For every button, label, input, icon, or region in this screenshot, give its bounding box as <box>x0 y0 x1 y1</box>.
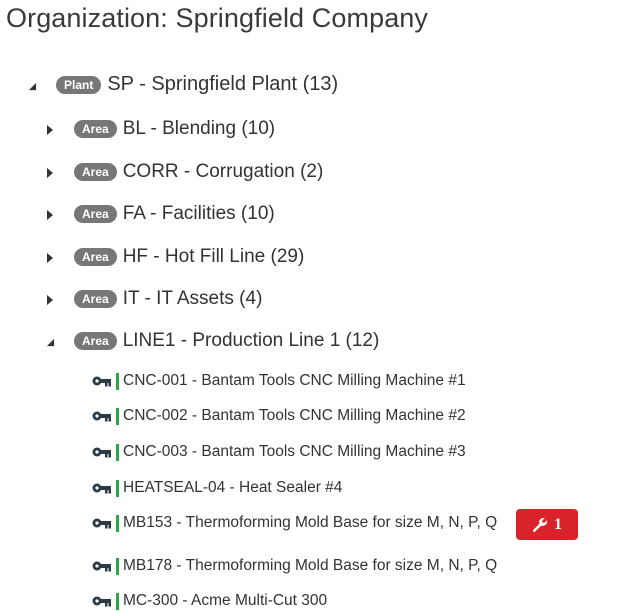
caret-right-icon <box>47 253 53 263</box>
page-title: Organization: Springfield Company <box>6 3 429 33</box>
asset-label[interactable]: CNC-003 - Bantam Tools CNC Milling Machi… <box>123 443 466 461</box>
area-label[interactable]: CORR - Corrugation (2) <box>123 161 324 183</box>
area-badge: Area <box>74 120 117 138</box>
tree-node-asset[interactable]: MC-300 - Acme Multi-Cut 300 <box>92 592 327 610</box>
asset-label[interactable]: HEATSEAL-04 - Heat Sealer #4 <box>123 479 342 497</box>
area-label[interactable]: IT - IT Assets (4) <box>123 288 263 310</box>
status-indicator <box>116 479 119 497</box>
area-expand-toggle[interactable] <box>44 294 56 306</box>
caret-right-icon <box>47 295 53 305</box>
status-indicator <box>116 592 119 610</box>
area-label[interactable]: LINE1 - Production Line 1 (12) <box>123 330 380 352</box>
caret-down-icon <box>28 82 36 90</box>
tree-node-asset[interactable]: CNC-001 - Bantam Tools CNC Milling Machi… <box>92 372 466 390</box>
plant-label[interactable]: SP - Springfield Plant (13) <box>107 73 338 96</box>
tree-node-area[interactable]: Area FA - Facilities (10) <box>74 203 275 225</box>
asset-label[interactable]: MB153 - Thermoforming Mold Base for size… <box>123 514 497 532</box>
area-expand-toggle[interactable] <box>44 167 56 179</box>
work-order-count-badge[interactable]: 1 <box>516 509 578 540</box>
area-badge: Area <box>74 332 117 350</box>
status-indicator <box>116 514 119 532</box>
asset-label[interactable]: CNC-002 - Bantam Tools CNC Milling Machi… <box>123 407 466 425</box>
status-indicator <box>116 443 119 461</box>
key-asset-icon <box>92 593 114 609</box>
status-indicator <box>116 557 119 575</box>
work-order-count: 1 <box>554 515 562 533</box>
area-badge: Area <box>74 290 117 308</box>
status-indicator <box>116 407 119 425</box>
tree-node-asset[interactable]: MB153 - Thermoforming Mold Base for size… <box>92 514 497 532</box>
tree-node-plant[interactable]: Plant SP - Springfield Plant (13) <box>56 73 338 96</box>
key-asset-icon <box>92 515 114 531</box>
asset-label[interactable]: MC-300 - Acme Multi-Cut 300 <box>123 592 327 610</box>
key-asset-icon <box>92 444 114 460</box>
asset-label[interactable]: MB178 - Thermoforming Mold Base for size… <box>123 557 497 575</box>
area-badge: Area <box>74 248 117 266</box>
area-label[interactable]: HF - Hot Fill Line (29) <box>123 246 305 268</box>
wrench-icon <box>532 517 548 532</box>
asset-label[interactable]: CNC-001 - Bantam Tools CNC Milling Machi… <box>123 372 466 390</box>
key-asset-icon <box>92 373 114 389</box>
area-label[interactable]: BL - Blending (10) <box>123 118 275 140</box>
tree-node-asset[interactable]: CNC-003 - Bantam Tools CNC Milling Machi… <box>92 443 466 461</box>
caret-right-icon <box>47 125 53 135</box>
area-expand-toggle[interactable] <box>44 252 56 264</box>
plant-badge: Plant <box>56 75 102 94</box>
key-asset-icon <box>92 408 114 424</box>
tree-node-area[interactable]: Area LINE1 - Production Line 1 (12) <box>74 330 379 352</box>
plant-collapse-toggle[interactable] <box>26 80 38 92</box>
area-expand-toggle[interactable] <box>44 209 56 221</box>
tree-node-asset[interactable]: HEATSEAL-04 - Heat Sealer #4 <box>92 479 342 497</box>
tree-node-area[interactable]: Area CORR - Corrugation (2) <box>74 161 323 183</box>
tree-node-area[interactable]: Area BL - Blending (10) <box>74 118 275 140</box>
caret-down-icon <box>46 338 54 346</box>
caret-right-icon <box>47 210 53 220</box>
tree-node-asset[interactable]: CNC-002 - Bantam Tools CNC Milling Machi… <box>92 407 466 425</box>
area-collapse-toggle[interactable] <box>44 336 56 348</box>
key-asset-icon <box>92 558 114 574</box>
area-badge: Area <box>74 163 117 181</box>
caret-right-icon <box>47 168 53 178</box>
tree-node-area[interactable]: Area IT - IT Assets (4) <box>74 288 262 310</box>
status-indicator <box>116 372 119 390</box>
area-badge: Area <box>74 205 117 223</box>
tree-node-asset[interactable]: MB178 - Thermoforming Mold Base for size… <box>92 557 497 575</box>
area-expand-toggle[interactable] <box>44 124 56 136</box>
key-asset-icon <box>92 480 114 496</box>
asset-hierarchy-page: Organization: Springfield Company Plant … <box>0 0 627 611</box>
area-label[interactable]: FA - Facilities (10) <box>123 203 275 225</box>
tree-node-area[interactable]: Area HF - Hot Fill Line (29) <box>74 246 304 268</box>
